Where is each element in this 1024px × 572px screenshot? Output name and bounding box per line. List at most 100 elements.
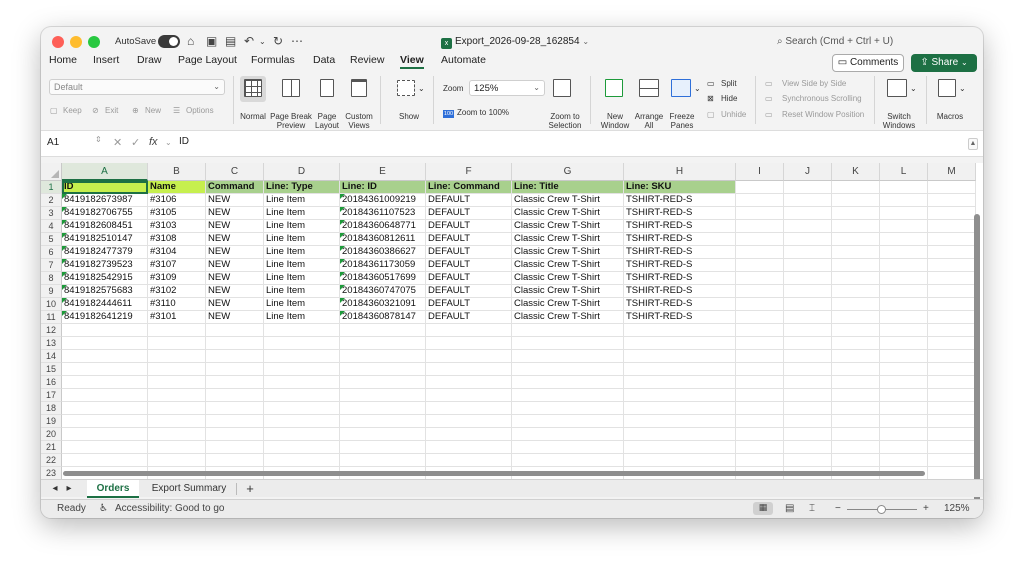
table-cell[interactable]: DEFAULT	[426, 285, 512, 298]
row-header-19[interactable]: 19	[41, 415, 62, 428]
table-cell[interactable]: NEW	[206, 311, 264, 324]
tab-home[interactable]: Home	[49, 54, 77, 66]
table-cell[interactable]: Classic Crew T-Shirt	[512, 220, 624, 233]
normal-view-button[interactable]: Normal	[239, 112, 267, 121]
table-cell[interactable]: 20184361173059	[340, 259, 426, 272]
table-cell[interactable]: Line Item	[264, 194, 340, 207]
keep-button[interactable]: Keep	[63, 106, 82, 115]
next-sheet-icon[interactable]: ▸	[63, 480, 75, 498]
undo-dropdown-icon[interactable]: ⌄	[259, 37, 266, 46]
expand-formula-bar-button[interactable]: ▲	[968, 138, 978, 150]
minimize-window-button[interactable]	[70, 36, 82, 48]
table-cell[interactable]: TSHIRT-RED-S	[624, 207, 736, 220]
table-cell[interactable]: #3102	[148, 285, 206, 298]
table-cell[interactable]: DEFAULT	[426, 220, 512, 233]
row-header-5[interactable]: 5	[41, 233, 62, 246]
select-all-corner[interactable]	[41, 163, 62, 181]
column-header-i[interactable]: I	[736, 163, 784, 181]
table-cell[interactable]: TSHIRT-RED-S	[624, 259, 736, 272]
spreadsheet-grid[interactable]: A B C D E F G H I J K L M 1 2 3 4 5 6 7 8 9 10 11 12 13 14 15 16 17 18…	[41, 163, 983, 479]
table-cell[interactable]: TSHIRT-RED-S	[624, 220, 736, 233]
column-header-e[interactable]: E	[340, 163, 426, 181]
table-cell[interactable]: Line Item	[264, 220, 340, 233]
tab-automate[interactable]: Automate	[441, 54, 486, 66]
switch-windows-dropdown-icon[interactable]: ⌄	[910, 84, 917, 93]
table-cell[interactable]: Classic Crew T-Shirt	[512, 311, 624, 324]
row-header-12[interactable]: 12	[41, 324, 62, 337]
table-cell[interactable]: 20184360747075	[340, 285, 426, 298]
table-cell[interactable]: TSHIRT-RED-S	[624, 246, 736, 259]
freeze-panes-dropdown-icon[interactable]: ⌄	[694, 84, 701, 93]
row-header-11[interactable]: 11	[41, 311, 62, 324]
table-cell[interactable]: #3107	[148, 259, 206, 272]
normal-view-status-icon[interactable]: ▦	[753, 502, 773, 515]
table-cell[interactable]: DEFAULT	[426, 194, 512, 207]
header-cell[interactable]: Line: Command	[426, 181, 512, 194]
show-dropdown-icon[interactable]: ⌄	[418, 84, 425, 93]
row-header-14[interactable]: 14	[41, 350, 62, 363]
table-cell[interactable]: Line Item	[264, 285, 340, 298]
zoom-100-button[interactable]: 100 Zoom to 100%	[443, 108, 509, 118]
table-cell[interactable]: DEFAULT	[426, 233, 512, 246]
tab-page-layout[interactable]: Page Layout	[178, 54, 237, 66]
sync-scrolling-button[interactable]: Synchronous Scrolling	[782, 94, 862, 103]
table-cell[interactable]: Line Item	[264, 272, 340, 285]
zoom-window-button[interactable]	[88, 36, 100, 48]
switch-windows-button[interactable]: Switch Windows	[881, 112, 917, 130]
row-header-1[interactable]: 1	[41, 181, 62, 194]
table-cell[interactable]: TSHIRT-RED-S	[624, 298, 736, 311]
save-as-icon[interactable]: ▤	[225, 34, 236, 48]
table-cell[interactable]: 20184361107523	[340, 207, 426, 220]
table-cell[interactable]: Line Item	[264, 259, 340, 272]
table-cell[interactable]: 20184360386627	[340, 246, 426, 259]
arrange-all-button[interactable]: Arrange All	[634, 112, 664, 130]
options-button[interactable]: Options	[186, 106, 214, 115]
table-cell[interactable]: #3106	[148, 194, 206, 207]
table-cell[interactable]: Classic Crew T-Shirt	[512, 246, 624, 259]
table-cell[interactable]: NEW	[206, 220, 264, 233]
horizontal-scrollbar[interactable]	[63, 471, 925, 476]
table-cell[interactable]: 8419182477379	[62, 246, 148, 259]
enter-icon[interactable]: ✓	[131, 136, 140, 149]
accessibility-status[interactable]: Accessibility: Good to go	[115, 503, 225, 514]
header-cell[interactable]: Name	[148, 181, 206, 194]
tab-draw[interactable]: Draw	[137, 54, 162, 66]
sheet-tab-orders[interactable]: Orders	[87, 480, 139, 498]
tab-data[interactable]: Data	[313, 54, 335, 66]
formula-input[interactable]: ID	[179, 136, 189, 147]
row-header-15[interactable]: 15	[41, 363, 62, 376]
tab-view[interactable]: View	[400, 54, 424, 69]
table-cell[interactable]: 8419182608451	[62, 220, 148, 233]
table-cell[interactable]: Line Item	[264, 311, 340, 324]
table-cell[interactable]: NEW	[206, 194, 264, 207]
tab-formulas[interactable]: Formulas	[251, 54, 295, 66]
save-icon[interactable]: ▣	[206, 34, 217, 48]
table-cell[interactable]: Classic Crew T-Shirt	[512, 233, 624, 246]
column-header-g[interactable]: G	[512, 163, 624, 181]
table-cell[interactable]: 8419182510147	[62, 233, 148, 246]
sheet-tab-export-summary[interactable]: Export Summary	[145, 480, 233, 498]
column-header-d[interactable]: D	[264, 163, 340, 181]
fx-dropdown-icon[interactable]: ⌄	[165, 138, 172, 147]
row-header-23[interactable]: 23	[41, 467, 62, 479]
table-cell[interactable]: TSHIRT-RED-S	[624, 311, 736, 324]
document-title[interactable]: x Export_2026-09-28_162854 ⌄	[441, 36, 589, 49]
table-cell[interactable]: Line Item	[264, 298, 340, 311]
zoom-to-selection-button[interactable]: Zoom to Selection	[546, 112, 584, 130]
table-cell[interactable]: 8419182673987	[62, 194, 148, 207]
table-cell[interactable]: #3101	[148, 311, 206, 324]
sheet-view-select[interactable]: Default ⌄	[49, 79, 225, 95]
share-button[interactable]: ⇪ Share ⌄	[911, 54, 977, 72]
row-header-16[interactable]: 16	[41, 376, 62, 389]
table-cell[interactable]: 8419182706755	[62, 207, 148, 220]
table-cell[interactable]: Classic Crew T-Shirt	[512, 207, 624, 220]
home-icon[interactable]: ⌂	[187, 34, 194, 48]
table-cell[interactable]: NEW	[206, 272, 264, 285]
table-cell[interactable]: 8419182444611	[62, 298, 148, 311]
row-header-2[interactable]: 2	[41, 194, 62, 207]
table-cell[interactable]: 8419182739523	[62, 259, 148, 272]
table-cell[interactable]: TSHIRT-RED-S	[624, 194, 736, 207]
custom-views-button[interactable]: Custom Views	[343, 112, 375, 130]
table-cell[interactable]: Classic Crew T-Shirt	[512, 272, 624, 285]
table-cell[interactable]: 20184360321091	[340, 298, 426, 311]
